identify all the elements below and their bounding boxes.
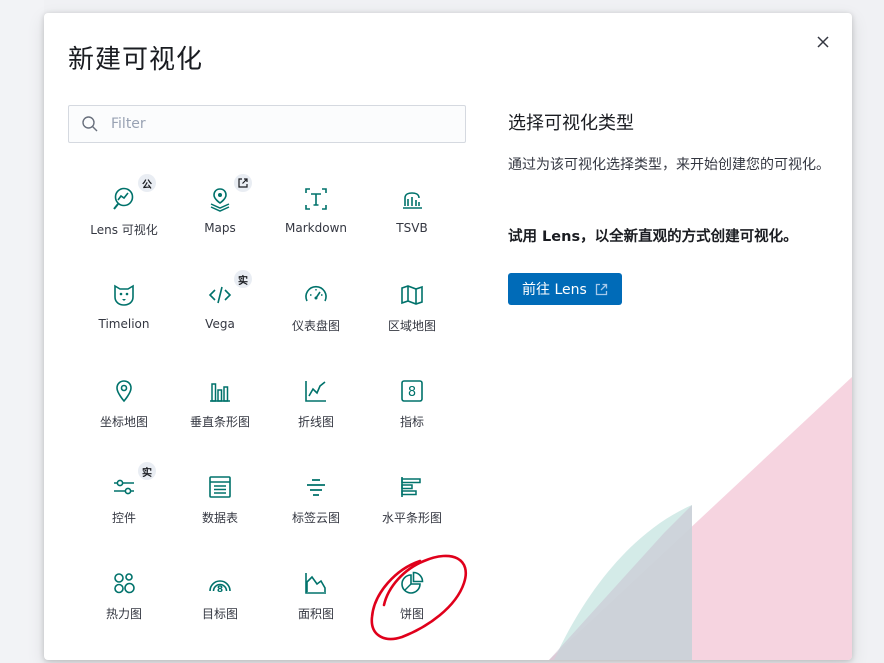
area-chart-icon (302, 569, 330, 597)
vis-card-region-map[interactable]: 区域地图 (364, 261, 460, 357)
close-button[interactable] (812, 31, 834, 53)
vis-card-label: 目标图 (201, 607, 238, 621)
vis-card-label: 仪表盘图 (291, 319, 340, 333)
maps-icon (206, 185, 234, 213)
vis-card-coordinate-map[interactable]: 坐标地图 (76, 357, 172, 453)
lens-icon (110, 185, 138, 213)
lens-promo-text: 试用 Lens，以全新直观的方式创建可视化。 (508, 229, 798, 245)
gauge-icon (302, 281, 330, 309)
tag-cloud-icon (302, 473, 330, 501)
goal-icon: 8 (206, 569, 234, 597)
svg-text:8: 8 (217, 585, 223, 595)
new-visualization-modal: 新建可视化 公 Lens 可视化 Maps (44, 13, 852, 660)
close-icon (817, 36, 829, 48)
vis-card-vega[interactable]: 实 Vega (172, 261, 268, 357)
vis-card-label: Markdown (285, 221, 347, 235)
vis-card-maps[interactable]: Maps (172, 165, 268, 261)
vis-card-label: 坐标地图 (99, 415, 148, 429)
vis-card-label: 数据表 (201, 511, 238, 525)
vis-card-heatmap[interactable]: 热力图 (76, 549, 172, 645)
vis-card-tag-cloud[interactable]: 标签云图 (268, 453, 364, 549)
svg-text:8: 8 (408, 385, 416, 400)
vega-icon (206, 281, 234, 309)
go-to-lens-label: 前往 Lens (522, 282, 587, 298)
vis-card-label: 指标 (399, 415, 424, 429)
go-to-lens-button[interactable]: 前往 Lens (508, 273, 622, 305)
external-link-icon (234, 174, 252, 192)
vis-card-label: 区域地图 (387, 319, 436, 333)
modal-title: 新建可视化 (68, 45, 204, 75)
vis-card-line[interactable]: 折线图 (268, 357, 364, 453)
vis-card-gauge[interactable]: 仪表盘图 (268, 261, 364, 357)
vis-card-label: 热力图 (105, 607, 142, 621)
search-icon (82, 116, 98, 132)
vis-card-metric[interactable]: 8 指标 (364, 357, 460, 453)
vis-card-timelion[interactable]: Timelion (76, 261, 172, 357)
vis-card-label: 控件 (111, 511, 136, 525)
vis-card-label: Timelion (98, 317, 150, 331)
page-backdrop (0, 0, 44, 663)
region-map-icon (398, 281, 426, 309)
vis-card-area[interactable]: 面积图 (268, 549, 364, 645)
vis-card-vertical-bar[interactable]: 垂直条形图 (172, 357, 268, 453)
vis-card-markdown[interactable]: Markdown (268, 165, 364, 261)
vis-card-goal[interactable]: 8 目标图 (172, 549, 268, 645)
public-badge: 公 (138, 174, 156, 192)
vis-card-horizontal-bar[interactable]: 水平条形图 (364, 453, 460, 549)
vis-card-label: Maps (204, 221, 236, 235)
markdown-icon (302, 185, 330, 213)
data-table-icon (206, 473, 234, 501)
vis-card-label: TSVB (396, 221, 428, 235)
vis-card-label: 水平条形图 (381, 511, 442, 525)
experimental-badge: 实 (234, 270, 252, 288)
heatmap-icon (110, 569, 138, 597)
experimental-badge: 实 (138, 462, 156, 480)
line-chart-icon (302, 377, 330, 405)
vis-card-label: 饼图 (399, 607, 424, 621)
pie-chart-icon (398, 569, 426, 597)
vis-card-label: 标签云图 (291, 511, 340, 525)
vis-card-label: 折线图 (297, 415, 334, 429)
vis-card-label: 垂直条形图 (189, 415, 250, 429)
panel-title: 选择可视化类型 (508, 113, 634, 134)
vis-card-label: Vega (205, 317, 235, 331)
horizontal-bar-icon (398, 473, 426, 501)
coordinate-map-icon (110, 377, 138, 405)
tsvb-icon (398, 185, 426, 213)
vis-card-data-table[interactable]: 数据表 (172, 453, 268, 549)
controls-icon (110, 473, 138, 501)
vis-card-label: Lens 可视化 (90, 223, 158, 237)
search-field[interactable] (68, 105, 466, 143)
vis-card-controls[interactable]: 实 控件 (76, 453, 172, 549)
visualization-type-grid: 公 Lens 可视化 Maps Markdown TSVB Timelion 实… (76, 165, 460, 645)
panel-description: 通过为该可视化选择类型，来开始创建您的可视化。 (508, 157, 830, 173)
vis-card-lens[interactable]: 公 Lens 可视化 (76, 165, 172, 261)
search-input[interactable] (109, 115, 465, 133)
external-link-icon (595, 283, 607, 295)
vertical-bar-icon (206, 377, 234, 405)
timelion-icon (110, 281, 138, 309)
vis-card-tsvb[interactable]: TSVB (364, 165, 460, 261)
vis-card-pie[interactable]: 饼图 (364, 549, 460, 645)
vis-card-label: 面积图 (297, 607, 334, 621)
metric-icon: 8 (398, 377, 426, 405)
